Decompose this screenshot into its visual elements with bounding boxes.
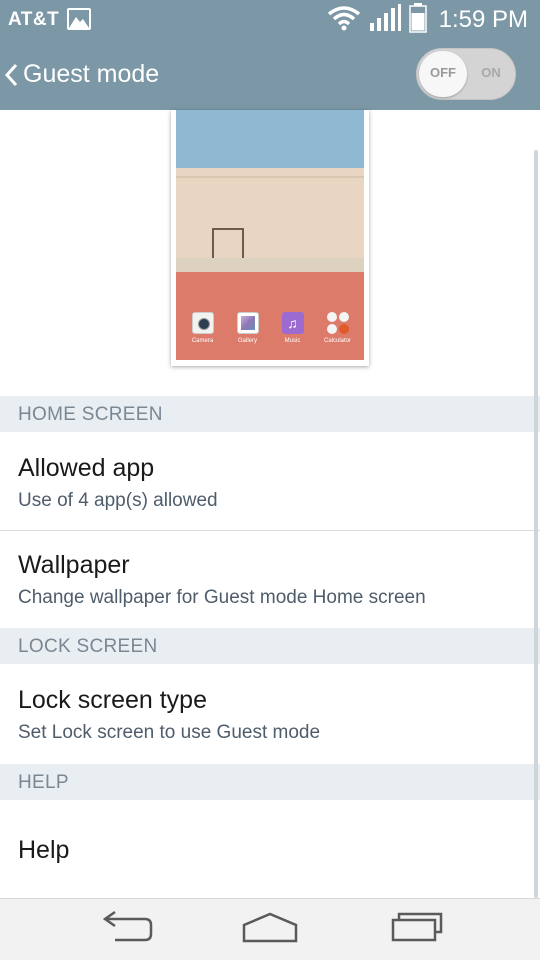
navigation-bar [0, 898, 540, 960]
item-title: Help [18, 836, 70, 864]
status-icons: 1:59 PM [327, 2, 528, 38]
carrier-label: AT&T [8, 9, 60, 30]
section-header-home-screen: HOME SCREEN [0, 396, 540, 432]
toggle-off-label: OFF [430, 65, 456, 80]
preview-wallpaper: Camera Gallery ♫ Music Calculator [176, 110, 364, 360]
preview-app-calculator: Calculator [318, 312, 358, 344]
action-bar: Guest mode OFF ON [0, 40, 540, 110]
recent-apps-button[interactable] [380, 909, 450, 949]
page-title[interactable]: Guest mode [23, 60, 159, 89]
preview-app-gallery: Gallery [228, 312, 268, 344]
item-subtitle: Use of 4 app(s) allowed [18, 490, 218, 511]
calculator-icon [326, 312, 349, 334]
status-bar: AT&T 1:59 PM [0, 0, 540, 40]
image-icon [67, 8, 91, 30]
item-subtitle: Set Lock screen to use Guest mode [18, 722, 321, 743]
guest-mode-toggle[interactable]: OFF ON [416, 48, 516, 100]
list-item-allowed-app[interactable]: Allowed app Use of 4 app(s) allowed [0, 432, 540, 530]
back-arrow-icon[interactable] [2, 60, 24, 90]
preview-app-music: ♫ Music [273, 312, 313, 344]
preview-app-camera: Camera [183, 312, 223, 344]
guest-home-preview: Camera Gallery ♫ Music Calculator [171, 110, 369, 366]
recent-apps-icon [387, 910, 443, 949]
scrollbar[interactable] [534, 150, 538, 898]
wifi-icon [327, 5, 361, 36]
home-button[interactable] [235, 909, 305, 949]
back-icon [97, 910, 153, 949]
item-title: Wallpaper [18, 551, 130, 579]
back-button[interactable] [90, 909, 160, 949]
list-item-wallpaper[interactable]: Wallpaper Change wallpaper for Guest mod… [0, 531, 540, 628]
preview-app-row: Camera Gallery ♫ Music Calculator [180, 312, 360, 344]
section-header-lock-screen: LOCK SCREEN [0, 628, 540, 664]
toggle-on-label: ON [481, 65, 501, 80]
camera-icon [191, 312, 214, 334]
section-header-help: HELP [0, 764, 540, 800]
clock: 1:59 PM [438, 6, 528, 33]
signal-icon [369, 3, 401, 37]
item-title: Allowed app [18, 454, 155, 482]
battery-icon [408, 2, 427, 38]
home-icon [240, 910, 300, 949]
list-item-help[interactable]: Help [0, 800, 540, 898]
list-item-lock-screen-type[interactable]: Lock screen type Set Lock screen to use … [0, 664, 540, 764]
item-subtitle: Change wallpaper for Guest mode Home scr… [18, 587, 426, 608]
gallery-icon [236, 312, 259, 334]
music-icon: ♫ [281, 312, 304, 334]
item-title: Lock screen type [18, 686, 207, 714]
